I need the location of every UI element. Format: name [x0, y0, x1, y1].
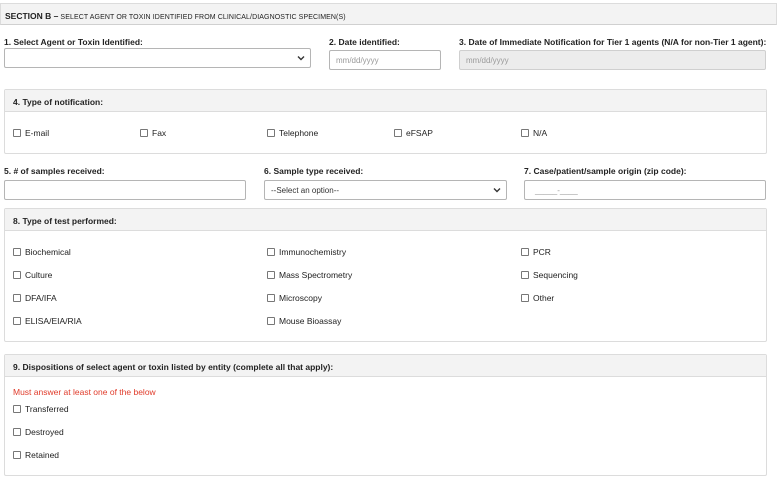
checkbox-icon	[13, 405, 21, 413]
chevron-down-icon	[297, 56, 305, 61]
notification-email-checkbox[interactable]: E-mail	[13, 128, 49, 138]
option-label: eFSAP	[406, 128, 433, 138]
notification-na-checkbox[interactable]: N/A	[521, 128, 547, 138]
checkbox-icon	[13, 271, 21, 279]
checkbox-icon	[394, 129, 402, 137]
checkbox-icon	[267, 271, 275, 279]
test-culture-checkbox[interactable]: Culture	[13, 270, 52, 280]
option-label: Sequencing	[533, 270, 578, 280]
option-label: PCR	[533, 247, 551, 257]
option-label: Mouse Bioassay	[279, 316, 342, 326]
required-warning: Must answer at least one of the below	[13, 387, 156, 397]
checkbox-icon	[140, 129, 148, 137]
q8-label: 8. Type of test performed:	[5, 209, 766, 231]
q4-label: 4. Type of notification:	[5, 90, 766, 112]
notification-date-input[interactable]: mm/dd/yyyy	[459, 50, 766, 70]
checkbox-icon	[267, 317, 275, 325]
checkbox-icon	[13, 294, 21, 302]
samples-received-input[interactable]	[4, 180, 246, 200]
option-label: N/A	[533, 128, 548, 138]
option-label: Transferred	[25, 404, 69, 414]
notification-type-panel: 4. Type of notification:	[4, 89, 767, 154]
q7-label: 7. Case/patient/sample origin (zip code)…	[524, 166, 687, 176]
q9-label: 9. Dispositions of select agent or toxin…	[5, 355, 766, 377]
disposition-retained-checkbox[interactable]: Retained	[13, 450, 59, 460]
option-label: Telephone	[279, 128, 319, 138]
checkbox-icon	[13, 129, 21, 137]
test-pcr-checkbox[interactable]: PCR	[521, 247, 551, 257]
sample-type-select[interactable]: --Select an option--	[264, 180, 507, 200]
q1-label: 1. Select Agent or Toxin Identified:	[4, 37, 143, 47]
option-label: ELISA/EIA/RIA	[25, 316, 82, 326]
option-label: Biochemical	[25, 247, 71, 257]
notification-telephone-checkbox[interactable]: Telephone	[267, 128, 318, 138]
test-dfa-ifa-checkbox[interactable]: DFA/IFA	[13, 293, 57, 303]
chevron-down-icon	[493, 188, 501, 193]
test-type-panel: 8. Type of test performed:	[4, 208, 767, 342]
checkbox-icon	[521, 248, 529, 256]
agent-select[interactable]	[4, 48, 311, 68]
test-elisa-checkbox[interactable]: ELISA/EIA/RIA	[13, 316, 82, 326]
disposition-panel: 9. Dispositions of select agent or toxin…	[4, 354, 767, 476]
option-label: Other	[533, 293, 555, 303]
checkbox-icon	[13, 317, 21, 325]
zip-code-input[interactable]: _____-____	[524, 180, 766, 200]
test-microscopy-checkbox[interactable]: Microscopy	[267, 293, 322, 303]
test-sequencing-checkbox[interactable]: Sequencing	[521, 270, 578, 280]
option-label: Immunochemistry	[279, 247, 347, 257]
section-label: SECTION B –	[5, 11, 59, 21]
test-immunochemistry-checkbox[interactable]: Immunochemistry	[267, 247, 346, 257]
option-label: Fax	[152, 128, 167, 138]
option-label: Destroyed	[25, 427, 64, 437]
option-label: E-mail	[25, 128, 50, 138]
checkbox-icon	[521, 294, 529, 302]
section-header: SECTION B – SELECT AGENT OR TOXIN IDENTI…	[0, 3, 777, 25]
test-other-checkbox[interactable]: Other	[521, 293, 554, 303]
q2-label: 2. Date identified:	[329, 37, 400, 47]
q3-label: 3. Date of Immediate Notification for Ti…	[459, 37, 767, 47]
option-label: Microscopy	[279, 293, 322, 303]
option-label: Culture	[25, 270, 53, 280]
checkbox-icon	[13, 451, 21, 459]
checkbox-icon	[13, 248, 21, 256]
checkbox-icon	[267, 129, 275, 137]
option-label: DFA/IFA	[25, 293, 57, 303]
sample-type-select-value: --Select an option--	[271, 186, 340, 195]
test-biochemical-checkbox[interactable]: Biochemical	[13, 247, 71, 257]
checkbox-icon	[267, 248, 275, 256]
disposition-destroyed-checkbox[interactable]: Destroyed	[13, 427, 64, 437]
notification-efsap-checkbox[interactable]: eFSAP	[394, 128, 433, 138]
checkbox-icon	[521, 129, 529, 137]
test-mouse-bioassay-checkbox[interactable]: Mouse Bioassay	[267, 316, 341, 326]
notification-fax-checkbox[interactable]: Fax	[140, 128, 166, 138]
section-subtitle: SELECT AGENT OR TOXIN IDENTIFIED FROM CL…	[58, 14, 346, 21]
q6-label: 6. Sample type received:	[264, 166, 364, 176]
checkbox-icon	[13, 428, 21, 436]
checkbox-icon	[521, 271, 529, 279]
disposition-transferred-checkbox[interactable]: Transferred	[13, 404, 69, 414]
checkbox-icon	[267, 294, 275, 302]
test-mass-spectrometry-checkbox[interactable]: Mass Spectrometry	[267, 270, 352, 280]
option-label: Retained	[25, 450, 60, 460]
option-label: Mass Spectrometry	[279, 270, 353, 280]
date-identified-input[interactable]: mm/dd/yyyy	[329, 50, 441, 70]
q5-label: 5. # of samples received:	[4, 166, 105, 176]
